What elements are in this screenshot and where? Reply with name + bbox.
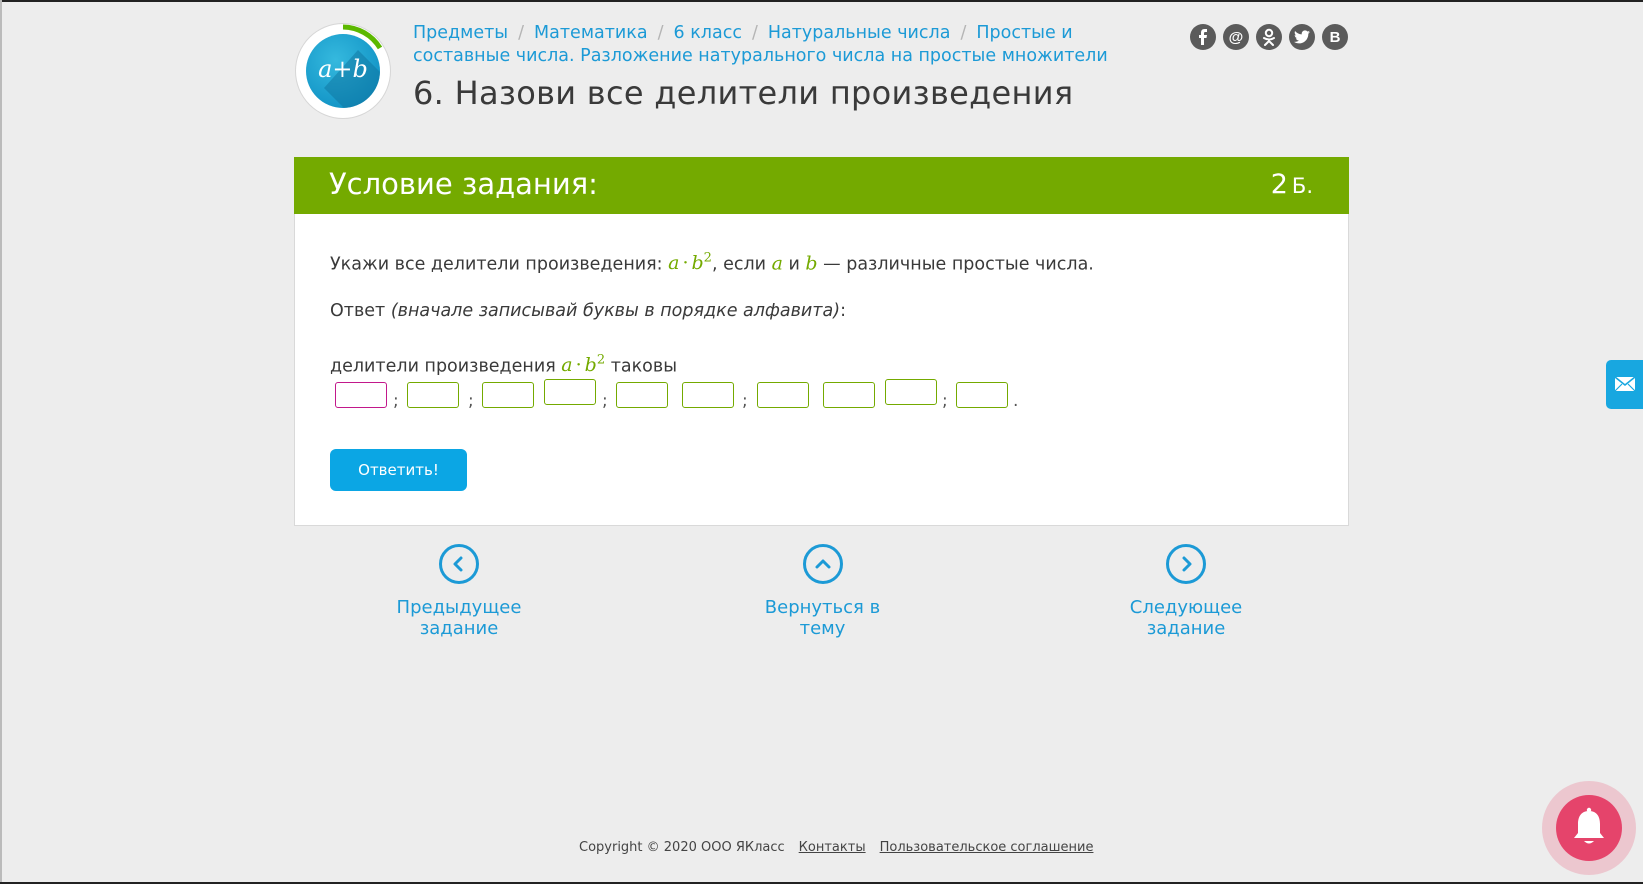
breadcrumb-separator: / [960,23,967,43]
answer-input-7[interactable] [757,382,809,408]
logo-text: a+b [318,55,368,83]
envelope-icon [1614,376,1636,392]
bell-icon [1574,807,1604,844]
site-logo[interactable]: a+b [296,24,390,118]
submit-answer-button[interactable]: Ответить! [330,449,467,491]
answer-input-10[interactable] [956,382,1008,408]
breadcrumb-natural-numbers[interactable]: Натуральные числа [768,23,951,43]
notifications-badge [1556,795,1622,861]
back-to-topic-link[interactable]: Вернуться в тему [745,544,900,639]
footer: Copyright © 2020 ООО ЯКласс Контакты Польз… [579,840,1093,855]
answer-input-2[interactable] [407,382,459,408]
separator: ; [602,391,608,411]
contacts-link[interactable]: Контакты [799,840,866,855]
next-task-label: Следующее задание [1129,597,1243,639]
logo-badge: a+b [306,34,380,108]
divisors-prompt: делители произведения a · b2 таковы [330,353,678,377]
user-agreement-link[interactable]: Пользовательское соглашение [880,840,1094,855]
answer-input-6[interactable] [682,382,734,408]
prev-task-label: Предыдущее задание [396,597,522,639]
separator: ; [742,391,748,411]
feedback-tab[interactable] [1606,360,1643,409]
chevron-left-icon [439,544,479,584]
answer-input-1[interactable] [335,382,387,408]
odnoklassniki-icon[interactable] [1256,24,1282,50]
separator: ; [942,391,948,411]
chevron-up-icon [802,544,843,584]
answer-instruction: Ответ (вначале записывай буквы в порядке… [330,301,846,321]
answer-hint: (вначале записывай буквы в порядке алфав… [390,301,841,321]
separator: ; [393,391,399,411]
breadcrumb-subjects[interactable]: Предметы [413,23,508,43]
window-top-border [0,0,1643,2]
notifications-button[interactable] [1542,781,1636,875]
math-expression: a · b2 [561,353,606,377]
math-expression: a · b2 [668,251,712,275]
breadcrumb-grade[interactable]: 6 класс [674,23,742,43]
breadcrumb-separator: / [657,23,664,43]
prev-task-link[interactable]: Предыдущее задание [366,544,552,639]
points-unit: Б. [1291,174,1313,198]
vkontakte-icon[interactable]: B [1322,24,1348,50]
task-header-title: Условие задания: [329,167,598,201]
back-to-topic-label: Вернуться в тему [764,597,881,639]
breadcrumb-separator: / [751,23,758,43]
chevron-right-icon [1166,544,1206,584]
answer-period: . [1013,391,1019,411]
points-value: 2 [1270,169,1288,200]
window-left-border [0,0,2,884]
task-card: Условие задания: 2 Б. Укажи все делители … [294,157,1349,526]
separator: ; [468,391,474,411]
answer-input-4[interactable] [544,379,596,405]
math-variable-a: a [771,252,783,275]
task-points: 2 Б. [1271,169,1313,200]
facebook-icon[interactable] [1190,24,1216,50]
task-header: Условие задания: 2 Б. [294,157,1349,214]
social-share-bar: @ B [1190,24,1348,50]
breadcrumb-math[interactable]: Математика [534,23,648,43]
answer-input-9[interactable] [885,379,937,405]
question-text: Укажи все делители произведения: a · b2, е… [330,251,1094,275]
breadcrumb: Предметы / Математика / 6 класс / Натуральные … [413,22,1173,68]
breadcrumb-separator: / [518,23,525,43]
next-task-link[interactable]: Следующее задание [1097,544,1275,639]
answer-input-8[interactable] [823,382,875,408]
mailru-icon[interactable]: @ [1223,24,1249,50]
twitter-icon[interactable] [1289,24,1315,50]
answer-input-5[interactable] [616,382,668,408]
page-title: 6. Назови все делители произведения [413,74,1074,112]
math-variable-b: b [805,252,818,275]
answer-input-3[interactable] [482,382,534,408]
copyright-text: Copyright © 2020 ООО ЯКласс [579,840,785,855]
